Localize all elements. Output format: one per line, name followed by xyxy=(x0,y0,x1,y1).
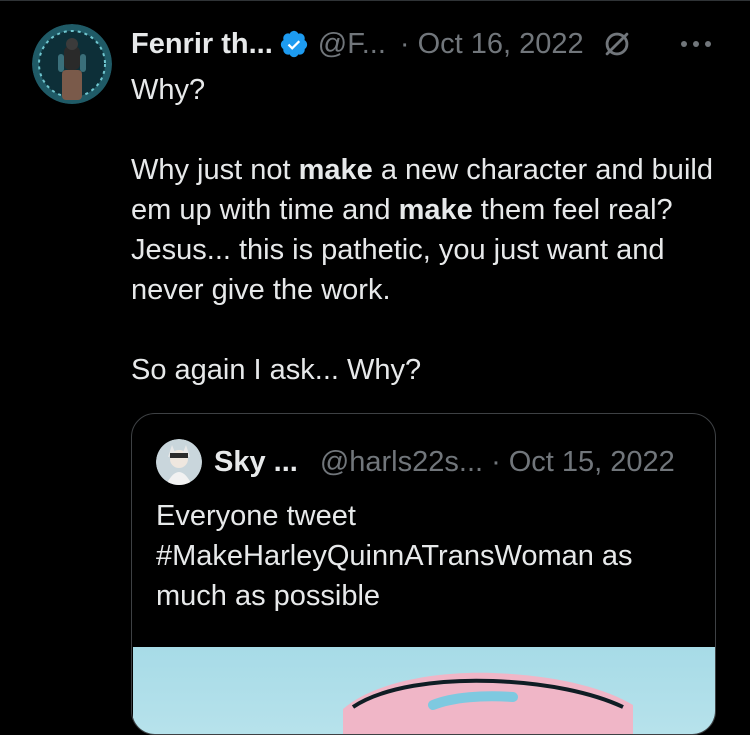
top-divider xyxy=(0,0,750,1)
quoted-header-separator: · xyxy=(491,446,501,478)
tweet-text: Why? Why just not make a new character a… xyxy=(131,70,731,390)
header-separator: · xyxy=(399,28,410,60)
quoted-tweet-header: Sky ... @harls22s... · Oct 15, 2022 xyxy=(156,439,675,485)
author-handle[interactable]: @F... xyxy=(318,24,386,64)
quoted-tweet-text: Everyone tweet #MakeHarleyQuinnATransWom… xyxy=(156,500,633,612)
tweet-paragraph-2: Why just not make a new character and bu… xyxy=(131,154,713,306)
tweet-paragraph-1: Why? xyxy=(131,74,206,106)
author-avatar[interactable] xyxy=(32,24,112,104)
author-name[interactable]: Fenrir th... xyxy=(131,24,273,64)
quoted-author-handle: @harls22s... xyxy=(319,446,484,478)
quoted-tweet-media[interactable] xyxy=(133,647,715,734)
tweet-date[interactable]: Oct 16, 2022 xyxy=(418,24,584,64)
edited-icon[interactable] xyxy=(600,27,634,61)
verified-badge-icon[interactable] xyxy=(279,29,309,59)
quoted-author-name: Sky ... xyxy=(214,446,298,478)
tweet-header: Fenrir th... @F... · Oct 16, 2022 xyxy=(131,24,634,64)
quoted-tweet-date: Oct 15, 2022 xyxy=(508,446,675,478)
quoted-author-avatar xyxy=(156,439,202,485)
quoted-tweet-card[interactable]: Sky ... @harls22s... · Oct 15, 2022 Ever… xyxy=(131,413,716,735)
more-options-icon[interactable] xyxy=(676,30,716,58)
tweet-paragraph-3: So again I ask... Why? xyxy=(131,354,422,386)
